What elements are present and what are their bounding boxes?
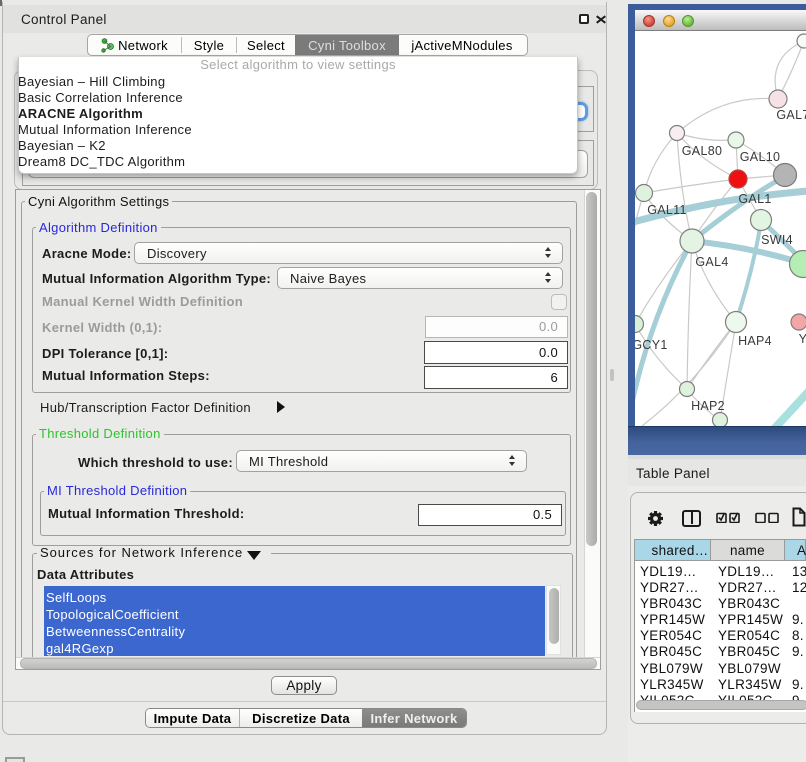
svg-text:GCY1: GCY1 [635,338,668,352]
svg-text:GAL11: GAL11 [647,203,687,217]
svg-text:GAL80: GAL80 [682,144,722,158]
svg-text:GAL1: GAL1 [738,192,771,206]
svg-text:Y: Y [799,332,806,346]
svg-text:GAL4: GAL4 [695,255,728,269]
svg-text:SWI4: SWI4 [761,233,793,247]
svg-text:GAL10: GAL10 [740,150,780,164]
svg-text:HAP2: HAP2 [691,399,725,413]
svg-text:HAP4: HAP4 [738,334,772,348]
svg-text:GAL7: GAL7 [776,108,806,122]
